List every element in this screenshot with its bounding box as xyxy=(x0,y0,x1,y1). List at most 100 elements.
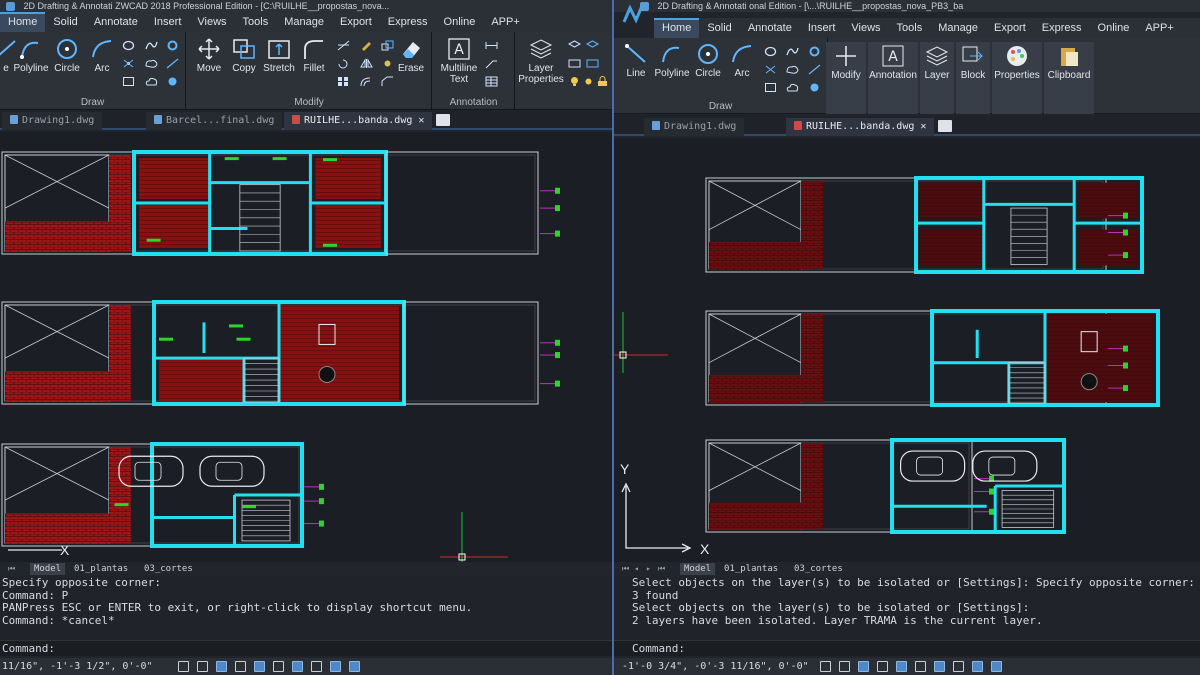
polar-icon[interactable] xyxy=(235,661,246,672)
document-tab[interactable]: Drawing1.dwg xyxy=(2,112,103,130)
dyn-input-icon[interactable] xyxy=(934,661,945,672)
ellipse-icon[interactable] xyxy=(122,40,135,51)
ribbon-tab-online[interactable]: Online xyxy=(436,12,484,32)
document-tab[interactable]: Barcel...final.dwg xyxy=(146,112,283,130)
rectangle-icon[interactable] xyxy=(764,82,777,93)
arc-tool[interactable]: Arc xyxy=(722,42,762,79)
command-line[interactable]: Command: xyxy=(614,640,1200,656)
quick-access-icon[interactable] xyxy=(6,2,15,12)
grid-icon[interactable] xyxy=(178,661,189,672)
layout-tab-03_cortes[interactable]: 03_cortes xyxy=(140,563,197,575)
circle-tool[interactable]: Circle xyxy=(47,37,87,74)
rotate-icon[interactable] xyxy=(337,58,350,69)
layer-properties-tool[interactable]: Layer Properties xyxy=(518,37,564,85)
ribbon-tab-solid[interactable]: Solid xyxy=(699,18,739,38)
region-icon[interactable] xyxy=(166,76,179,87)
layout-nav-button[interactable]: ▸ xyxy=(646,563,651,575)
otrack-icon[interactable] xyxy=(273,661,284,672)
ribbon-tab-insert[interactable]: Insert xyxy=(800,18,844,38)
lock-icon[interactable] xyxy=(596,76,609,87)
region-icon[interactable] xyxy=(808,82,821,93)
ribbon-tab-annotate[interactable]: Annotate xyxy=(86,12,146,32)
polyline-tool[interactable]: Polyline xyxy=(652,42,692,79)
lineweight-icon[interactable] xyxy=(311,661,322,672)
snap-icon[interactable] xyxy=(839,661,850,672)
lightbulb-icon[interactable] xyxy=(568,76,581,87)
layout-nav-button[interactable]: ⏮ xyxy=(658,563,665,575)
layout-tab-model[interactable]: Model xyxy=(30,563,66,575)
layout-nav-button[interactable]: ◂ xyxy=(634,563,639,575)
ribbon-tab-manage[interactable]: Manage xyxy=(276,12,332,32)
point-icon[interactable] xyxy=(764,64,777,75)
polar-icon[interactable] xyxy=(877,661,888,672)
new-tab-icon[interactable] xyxy=(938,120,952,132)
trim-icon[interactable] xyxy=(337,40,350,51)
donut-icon[interactable] xyxy=(166,40,179,51)
document-tab[interactable]: Drawing1.dwg xyxy=(644,118,745,136)
ortho-icon[interactable] xyxy=(216,661,227,672)
layout-nav-button[interactable]: ⏮ xyxy=(8,563,15,575)
ribbon-tab-export[interactable]: Export xyxy=(986,18,1034,38)
grid-icon[interactable] xyxy=(820,661,831,672)
array-icon[interactable] xyxy=(337,76,350,87)
close-tab-icon[interactable]: ✕ xyxy=(920,121,926,132)
mirror-icon[interactable] xyxy=(360,58,373,69)
ortho-icon[interactable] xyxy=(858,661,869,672)
layer-walk-icon[interactable] xyxy=(568,58,581,69)
lineweight-icon[interactable] xyxy=(953,661,964,672)
document-tab[interactable]: RUILHE...banda.dwg ✕ xyxy=(284,112,433,130)
modify-panel-button[interactable]: Modify xyxy=(826,42,866,114)
rectangle-icon[interactable] xyxy=(122,76,135,87)
linear-dimension-icon[interactable] xyxy=(485,40,498,51)
ribbon-tab-tools[interactable]: Tools xyxy=(889,18,931,38)
ribbon-tab-online[interactable]: Online xyxy=(1090,18,1138,38)
chamfer-icon[interactable] xyxy=(381,76,394,87)
osnap-icon[interactable] xyxy=(896,661,907,672)
ribbon-tab-views[interactable]: Views xyxy=(189,12,234,32)
layer-merge-icon[interactable] xyxy=(586,58,599,69)
drawing-canvas[interactable]: YX xyxy=(614,138,1200,562)
ribbon-tab-tools[interactable]: Tools xyxy=(235,12,277,32)
close-tab-icon[interactable]: ✕ xyxy=(418,115,424,126)
drawing-canvas[interactable]: X xyxy=(0,132,612,562)
ribbon-tab-insert[interactable]: Insert xyxy=(146,12,190,32)
spline-icon[interactable] xyxy=(786,46,799,57)
ellipse-icon[interactable] xyxy=(764,46,777,57)
document-tab[interactable]: RUILHE...banda.dwg ✕ xyxy=(786,118,935,136)
block-panel-button[interactable]: Block xyxy=(956,42,990,114)
ribbon-tab-express[interactable]: Express xyxy=(380,12,436,32)
ribbon-tab-home[interactable]: Home xyxy=(0,12,46,32)
match-properties-icon[interactable] xyxy=(360,40,373,51)
layer-panel-button[interactable]: Layer xyxy=(920,42,954,114)
layer-state-icon[interactable] xyxy=(568,40,581,51)
command-line[interactable]: Command: xyxy=(0,640,612,656)
ray-icon[interactable] xyxy=(166,58,179,69)
osnap-icon[interactable] xyxy=(254,661,265,672)
ray-icon[interactable] xyxy=(808,64,821,75)
layer-isolate-icon[interactable] xyxy=(586,40,599,51)
selection-cycling-icon[interactable] xyxy=(991,661,1002,672)
selection-cycling-icon[interactable] xyxy=(349,661,360,672)
ribbon-tab-app[interactable]: APP+ xyxy=(1137,18,1181,38)
multiline-text-tool[interactable]: A Multiline Text xyxy=(439,37,479,85)
sun-icon[interactable] xyxy=(582,76,595,87)
revcloud-icon[interactable] xyxy=(145,58,158,69)
ribbon-tab-app[interactable]: APP+ xyxy=(483,12,527,32)
annotation-panel-button[interactable]: A Annotation xyxy=(868,42,918,114)
cloud-icon[interactable] xyxy=(786,82,799,93)
donut-icon[interactable] xyxy=(808,46,821,57)
offset-icon[interactable] xyxy=(360,76,373,87)
fillet-tool[interactable]: Fillet xyxy=(294,37,334,74)
cloud-icon[interactable] xyxy=(145,76,158,87)
layout-tab-01_plantas[interactable]: 01_plantas xyxy=(720,563,782,575)
layout-nav-button[interactable]: ⏮ xyxy=(622,563,629,575)
properties-panel-button[interactable]: Properties xyxy=(992,42,1042,114)
leader-icon[interactable] xyxy=(485,58,498,69)
layout-tab-model[interactable]: Model xyxy=(680,563,716,575)
ribbon-tab-home[interactable]: Home xyxy=(654,18,700,38)
ribbon-tab-express[interactable]: Express xyxy=(1034,18,1090,38)
arc-tool[interactable]: Arc xyxy=(82,37,122,74)
transparency-icon[interactable] xyxy=(330,661,341,672)
polyline-tool[interactable]: Polyline xyxy=(11,37,51,74)
dyn-input-icon[interactable] xyxy=(292,661,303,672)
